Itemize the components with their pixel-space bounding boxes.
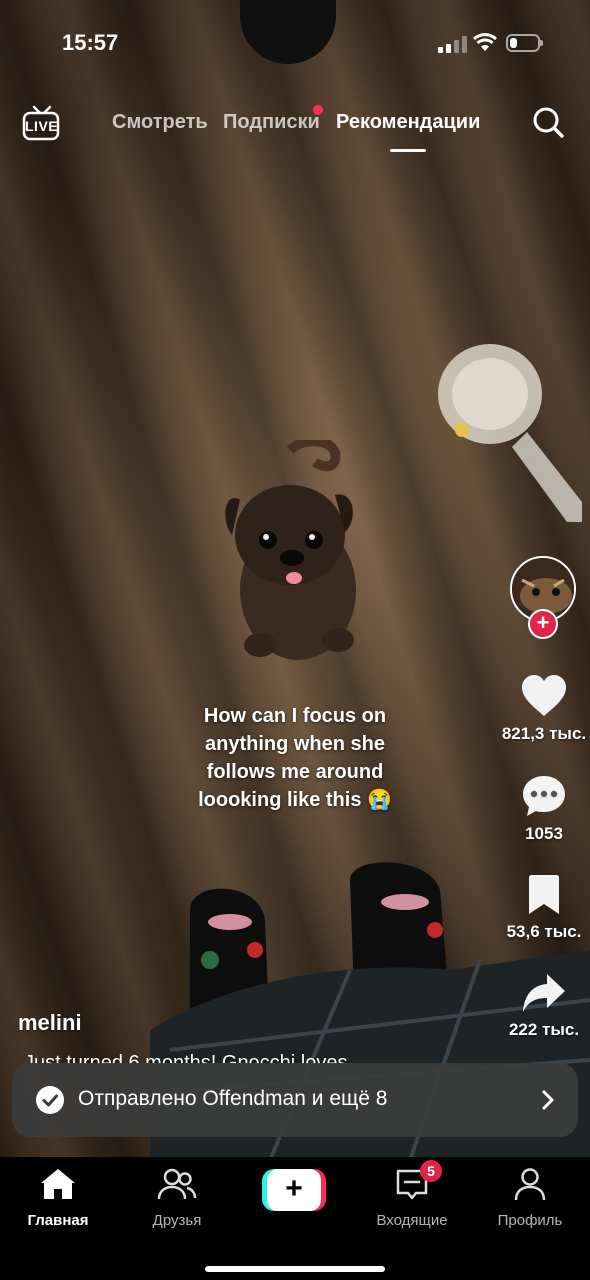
home-indicator (205, 1266, 385, 1272)
like-count: 821,3 тыс. (501, 724, 587, 743)
live-label: LIVE (25, 118, 59, 134)
check-circle-icon (36, 1086, 64, 1114)
tab-friends-label: Друзья (152, 1212, 202, 1229)
bookmark-count: 53,6 тыс. (506, 922, 582, 941)
battery-icon (506, 34, 543, 52)
puppy-image (225, 440, 356, 660)
heart-icon (522, 675, 566, 716)
caption-line: follows me around (206, 761, 384, 783)
home-icon (41, 1169, 75, 1199)
video-description[interactable]: Just turned 6 months! Gnocchi loves (24, 1050, 424, 1064)
share-count: 222 тыс. (508, 1020, 580, 1039)
follow-plus-button[interactable]: + (528, 609, 558, 639)
tab-inbox[interactable]: 5 Входящие (362, 1160, 462, 1229)
comment-button[interactable]: 1053 (496, 774, 590, 844)
author-username[interactable]: melini (18, 1010, 82, 1036)
tab-subscriptions[interactable]: Подписки (223, 111, 320, 134)
tab-inbox-label: Входящие (376, 1212, 448, 1229)
top-navigation: LIVE Смотреть Подписки Рекомендации (0, 95, 590, 155)
battery-level (510, 38, 517, 48)
sent-toast[interactable]: Отправлено Offendman и ещё 8 (12, 1063, 578, 1137)
search-icon[interactable] (530, 105, 566, 141)
caption-line: loooking like this 😭 (198, 789, 392, 811)
caption-line: anything when she (204, 733, 386, 755)
share-button[interactable]: 222 тыс. (496, 972, 590, 1040)
like-button[interactable]: 821,3 тыс. (496, 674, 590, 744)
tab-profile[interactable]: Профиль (480, 1167, 580, 1229)
video-caption: How can I focus on anything when she fol… (160, 702, 430, 814)
create-button[interactable]: + (262, 1169, 326, 1211)
share-arrow-icon (523, 974, 565, 1012)
comment-icon (523, 776, 565, 816)
tab-home-label: Главная (27, 1212, 89, 1229)
clock: 15:57 (62, 30, 119, 55)
spoon-image (438, 344, 582, 522)
bookmark-icon (529, 875, 559, 914)
tab-home[interactable]: Главная (8, 1167, 108, 1229)
profile-icon (514, 1168, 546, 1201)
tab-friends[interactable]: Друзья (127, 1167, 227, 1229)
status-bar: 15:57 (0, 0, 590, 88)
tab-watch[interactable]: Смотреть (112, 111, 208, 134)
comment-count: 1053 (525, 824, 563, 843)
notification-dot (313, 105, 323, 115)
bookmark-button[interactable]: 53,6 тыс. (496, 874, 590, 942)
toast-message: Отправлено Offendman и ещё 8 (78, 1087, 388, 1110)
active-tab-indicator (390, 149, 426, 152)
tab-profile-label: Профиль (497, 1212, 563, 1229)
caption-line: How can I focus on (203, 705, 387, 727)
tiktok-feed-screen: 15:57 LIVE Смотреть Подписки Рекомендаци… (0, 0, 590, 1280)
inbox-badge: 5 (420, 1160, 442, 1182)
friends-icon (157, 1168, 197, 1200)
bottom-tab-bar: Главная Друзья + 5 Входящие Профиль (0, 1157, 590, 1280)
live-button[interactable]: LIVE (22, 103, 62, 141)
tab-recommendations[interactable]: Рекомендации (336, 111, 480, 134)
chevron-right-icon (542, 1090, 554, 1110)
cellular-signal-icon (438, 35, 468, 53)
wifi-icon (472, 33, 498, 51)
plus-icon: + (267, 1169, 321, 1211)
